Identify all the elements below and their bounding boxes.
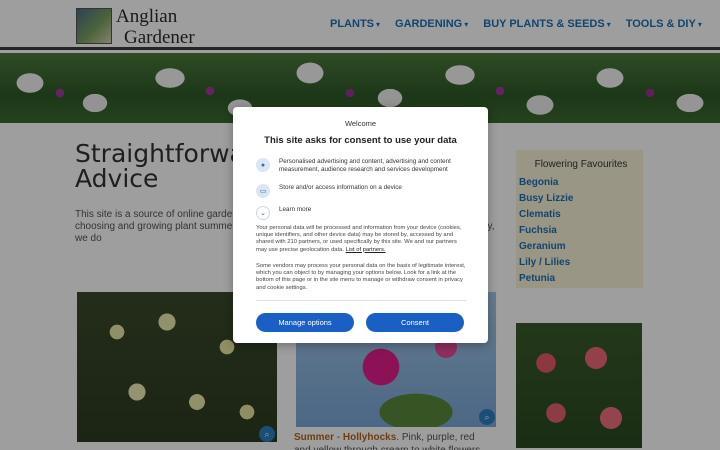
learn-more-toggle[interactable]: ⌄ Learn more bbox=[256, 206, 471, 220]
manage-options-button[interactable]: Manage options bbox=[256, 313, 354, 332]
legitimate-interest-text: Some vendors may process your personal d… bbox=[256, 263, 466, 291]
purpose-personalised-advertising: ● Personalised advertising and content, … bbox=[256, 158, 471, 173]
consent-dialog: Welcome This site asks for consent to us… bbox=[233, 107, 488, 343]
purpose-store-access: ▭ Store and/or access information on a d… bbox=[256, 184, 471, 198]
dialog-welcome: Welcome bbox=[344, 119, 377, 128]
chevron-down-icon: ⌄ bbox=[256, 206, 270, 220]
consent-description: Your personal data will be processed and… bbox=[256, 225, 468, 254]
dialog-title: This site asks for consent to use your d… bbox=[264, 135, 457, 146]
learn-more-label: Learn more bbox=[279, 206, 312, 213]
list-of-partners-link[interactable]: List of partners. bbox=[346, 247, 386, 253]
device-icon: ▭ bbox=[256, 184, 270, 198]
consent-button[interactable]: Consent bbox=[366, 313, 464, 332]
person-icon: ● bbox=[256, 158, 270, 172]
purpose-text: Store and/or access information on a dev… bbox=[279, 184, 402, 191]
purpose-text: Personalised advertising and content, ad… bbox=[279, 158, 451, 173]
dialog-divider bbox=[256, 300, 466, 301]
